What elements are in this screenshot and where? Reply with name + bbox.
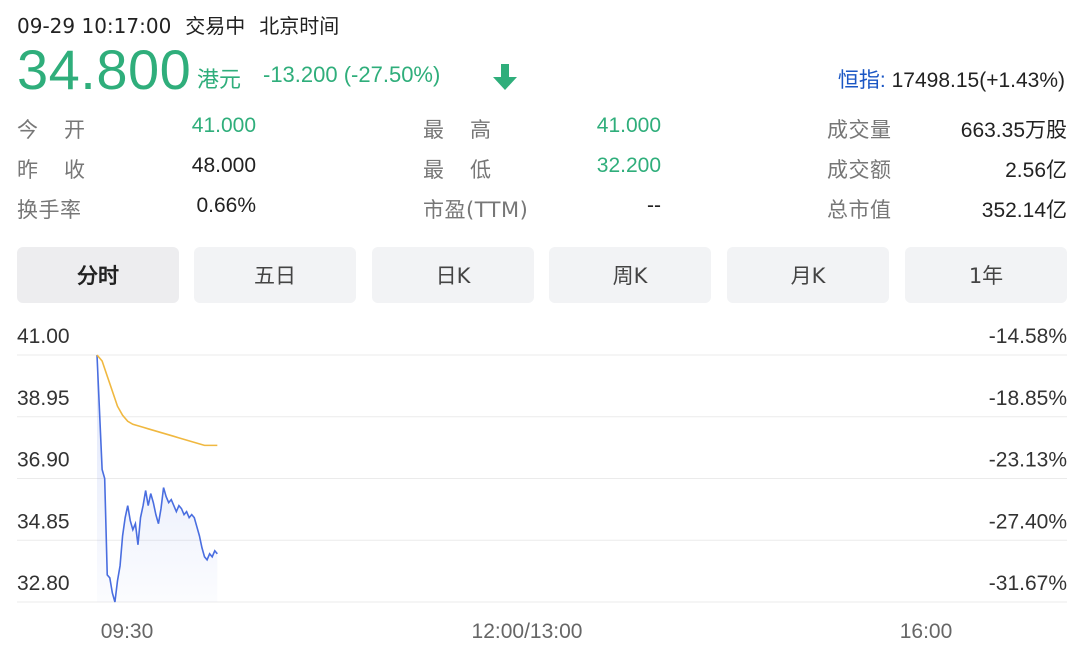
pe-label: 市盈(TTM) — [423, 198, 529, 222]
trading-status: 交易中 — [185, 14, 246, 38]
prev-close-value: 48.000 — [191, 154, 256, 177]
y-pct-tick-label: -23.13% — [989, 449, 1067, 472]
turnover-value: 2.56亿 — [1005, 159, 1067, 182]
stats-grid: 今开 41.000 最高 41.000 成交量 663.35万股 昨收 48.0… — [17, 108, 1067, 228]
tab-five-day[interactable]: 五日 — [194, 247, 356, 303]
high-value: 41.000 — [596, 114, 661, 137]
pe-value: -- — [647, 194, 661, 217]
chart-period-tabs: 分时 五日 日K 周K 月K 1年 — [17, 247, 1067, 303]
market-cap-value: 352.14亿 — [981, 199, 1067, 222]
price-row: 34.800 港元 -13.200 (-27.50%) 恒指: 17498.15… — [17, 40, 1067, 100]
stats-row: 今开 41.000 最高 41.000 成交量 663.35万股 — [17, 108, 1067, 148]
high-label: 最高 — [423, 118, 517, 142]
prev-close-label: 昨收 — [17, 158, 111, 182]
index-label: 恒指: — [837, 69, 886, 92]
quote-datetime: 09-29 10:17:00 — [17, 14, 172, 38]
current-price: 34.800 — [17, 38, 192, 101]
y-tick-label: 41.00 — [17, 325, 70, 348]
y-tick-label: 38.95 — [17, 387, 70, 410]
low-label: 最低 — [423, 158, 517, 182]
tab-monthly-k[interactable]: 月K — [727, 247, 889, 303]
x-tick-label: 16:00 — [900, 620, 953, 643]
volume-value: 663.35万股 — [960, 119, 1067, 142]
y-pct-tick-label: -14.58% — [989, 325, 1067, 348]
x-tick-label: 12:00/13:00 — [472, 620, 583, 643]
status-line: 09-29 10:17:00 交易中 北京时间 — [17, 10, 353, 39]
tab-daily-k[interactable]: 日K — [372, 247, 534, 303]
stats-row: 昨收 48.000 最低 32.200 成交额 2.56亿 — [17, 148, 1067, 188]
tab-one-year[interactable]: 1年 — [905, 247, 1067, 303]
market-cap-label: 总市值 — [827, 198, 892, 222]
low-value: 32.200 — [596, 154, 661, 177]
turnover-rate-label: 换手率 — [17, 198, 82, 222]
open-value: 41.000 — [191, 114, 256, 137]
index-value: 17498.15(+1.43%) — [891, 69, 1065, 92]
price-change: -13.200 (-27.50%) — [263, 62, 441, 87]
turnover-label: 成交额 — [827, 158, 892, 182]
tab-intraday[interactable]: 分时 — [17, 247, 179, 303]
open-label: 今开 — [17, 118, 111, 142]
volume-label: 成交量 — [827, 118, 892, 142]
y-pct-tick-label: -31.67% — [989, 572, 1067, 595]
y-tick-label: 36.90 — [17, 449, 70, 472]
arrow-down-icon — [493, 64, 517, 90]
y-tick-label: 32.80 — [17, 572, 70, 595]
average-series-line — [96, 354, 218, 447]
currency-label: 港元 — [197, 68, 242, 93]
x-tick-label: 09:30 — [101, 620, 154, 643]
y-pct-tick-label: -27.40% — [989, 510, 1067, 533]
y-tick-label: 34.85 — [17, 510, 70, 533]
tab-weekly-k[interactable]: 周K — [549, 247, 711, 303]
intraday-chart[interactable]: 41.00 -14.58% 38.95 -18.85% 36.90 -23.13% 34.8… — [0, 310, 1080, 654]
timezone-label: 北京时间 — [259, 14, 340, 38]
turnover-rate-value: 0.66% — [196, 194, 256, 217]
stats-row: 换手率 0.66% 市盈(TTM) -- 总市值 352.14亿 — [17, 188, 1067, 228]
index-quote[interactable]: 恒指: 17498.15(+1.43%) — [838, 64, 1065, 94]
y-pct-tick-label: -18.85% — [989, 387, 1067, 410]
